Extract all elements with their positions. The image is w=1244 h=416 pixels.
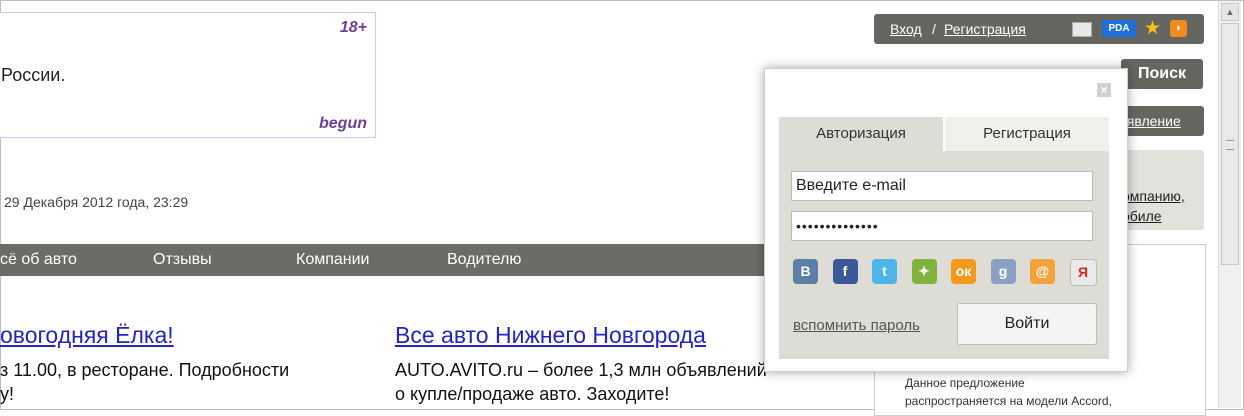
login-form: Введите e-mail •••••••••••••• Bf t ✦ ок g @ Я …	[779, 151, 1109, 359]
facebook-icon[interactable]: f	[832, 259, 858, 284]
login-button[interactable]: Войти	[957, 303, 1097, 345]
twitter-icon[interactable]: t	[872, 259, 897, 284]
register-link[interactable]: Регистрация	[944, 21, 1026, 37]
offer-text: распространяется на модели Accord,	[905, 394, 1112, 408]
nav-item-driver[interactable]: Водителю	[447, 251, 521, 269]
tab-registration[interactable]: Регистрация	[945, 117, 1109, 151]
ad-banner[interactable]: 18+ России. begun	[0, 12, 376, 138]
yandex-icon[interactable]: Я	[1069, 259, 1097, 286]
scroll-thumb[interactable]	[1221, 23, 1239, 265]
rss-icon[interactable]: ◗	[1170, 20, 1187, 37]
ad-text: России.	[1, 65, 66, 85]
search-button[interactable]: Поиск	[1121, 59, 1203, 89]
google-icon[interactable]: g	[990, 259, 1016, 284]
odnoklassniki-icon[interactable]: ок	[951, 259, 976, 284]
user-bar: Вход / Регистрация PDA ★ ◗	[874, 14, 1204, 44]
nav-item-reviews[interactable]: Отзывы	[153, 251, 212, 269]
side-box: омпанию, обиле	[1118, 150, 1204, 230]
article-text: з 11.00, в ресторане. Подробности	[0, 360, 290, 380]
tab-authorization[interactable]: Авторизация	[779, 117, 943, 151]
main-nav: сё об авто Отзывы Компании Водителю	[0, 244, 770, 276]
grip-icon	[1226, 140, 1234, 150]
nav-item-companies[interactable]: Компании	[296, 251, 370, 269]
auth-tabs: Авторизация Регистрация	[779, 117, 1109, 151]
article-text: о купле/продаже авто. Заходите!	[395, 384, 670, 404]
ad-brand[interactable]: begun	[319, 115, 367, 133]
social-login-icons: Bf t ✦ ок g @ Я	[793, 259, 1097, 287]
login-link[interactable]: Вход	[890, 21, 922, 37]
mailru-icon[interactable]: @	[1030, 259, 1055, 284]
pda-icon[interactable]: PDA	[1102, 20, 1136, 37]
side-link[interactable]: омпанию,	[1122, 188, 1185, 204]
age-rating-badge: 18+	[339, 19, 367, 36]
close-icon[interactable]: ×	[1097, 83, 1111, 97]
separator: /	[932, 21, 936, 37]
vk-icon[interactable]: B	[793, 259, 818, 284]
article-title[interactable]: Все авто Нижнего Новгорода	[395, 322, 706, 349]
star-icon[interactable]: ★	[1144, 17, 1161, 39]
article-text: AUTO.AVITO.ru – более 1,3 млн объявлений	[395, 360, 767, 380]
login-popup: × Авторизация Регистрация Введите e-mail…	[764, 68, 1128, 372]
scroll-up-icon[interactable]: ▲	[1221, 3, 1239, 21]
article-title[interactable]: овогодняя Ёлка!	[0, 322, 174, 349]
nav-item-about-auto[interactable]: сё об авто	[0, 251, 77, 269]
post-ad-button[interactable]: ъявление	[1118, 106, 1204, 136]
password-field[interactable]: ••••••••••••••	[791, 211, 1093, 241]
offer-text: Данное предложение	[905, 376, 1025, 390]
email-field[interactable]: Введите e-mail	[791, 171, 1093, 201]
forgot-password-link[interactable]: вспомнить пароль	[793, 317, 920, 334]
scrollbar[interactable]: ▲	[1218, 1, 1241, 408]
mail-icon[interactable]	[1072, 22, 1092, 37]
windows-live-icon[interactable]: ✦	[911, 259, 937, 284]
article-text: у!	[0, 384, 15, 404]
date-label: 29 Декабря 2012 года, 23:29	[4, 194, 189, 210]
